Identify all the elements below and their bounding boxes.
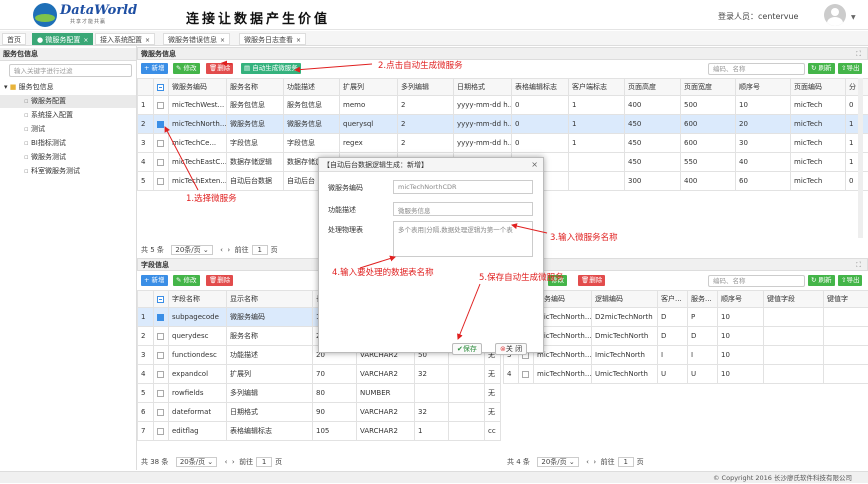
footer: © Copyright 2016 长沙廖氏软件科技有限公司 [0,471,868,483]
arrow-to-delete-button [222,63,232,64]
annotation-arrows [0,0,868,483]
arrow-to-save-button [458,284,480,339]
arrow-to-logic-textarea [360,257,395,268]
arrow-to-selected-row [165,127,198,190]
arrow-to-auto-button [295,64,372,70]
arrow-to-func-input [512,225,547,233]
